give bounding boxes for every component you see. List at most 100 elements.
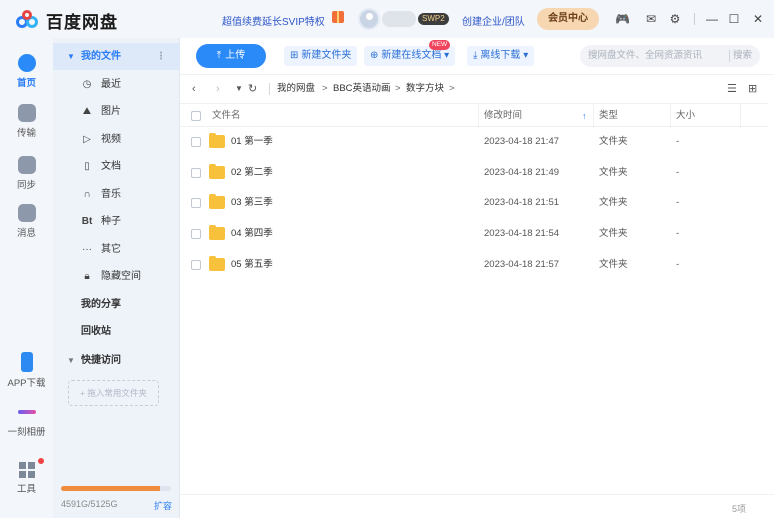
nav-item-my-files[interactable]: ▼ 我的文件 ⋮ — [53, 43, 180, 70]
new-folder-button[interactable]: ⊞ 新建文件夹 — [284, 46, 358, 66]
nav-item-torrents[interactable]: Bt 种子 — [53, 208, 180, 235]
drag-folder-dropzone[interactable]: + 拖入常用文件夹 — [68, 380, 159, 406]
column-divider[interactable] — [670, 104, 671, 128]
upload-button[interactable]: ⤒ 上传 — [196, 44, 266, 68]
modified-time: 2023-04-18 21:47 — [484, 136, 560, 147]
folder-plus-icon: ⊞ — [290, 50, 299, 61]
transfer-icon — [17, 104, 36, 122]
nav-item-docs[interactable]: ▯ 文档 — [53, 153, 180, 180]
lock-icon: 🔒︎ — [84, 271, 90, 282]
nav-item-music[interactable]: ∩ 音乐 — [53, 181, 180, 208]
nav-item-recycle-bin[interactable]: 回收站 — [53, 318, 180, 345]
breadcrumb-item[interactable]: BBC英语动画 — [333, 82, 391, 96]
row-checkbox[interactable] — [191, 168, 201, 178]
file-name[interactable]: 01 第一季 — [231, 127, 273, 157]
mail-icon[interactable]: ✉ — [644, 12, 658, 26]
left-rail: 首页 传输 同步 消息 APP下载 一刻相册 工具 — [0, 38, 53, 518]
rail-item-app-download[interactable]: APP下载 — [0, 352, 53, 389]
nav-item-hidden-space[interactable]: 🔒︎ 隐藏空间 — [53, 263, 180, 290]
gift-icon[interactable] — [332, 11, 344, 23]
maximize-icon[interactable]: ☐ — [727, 12, 741, 26]
nav-item-my-share[interactable]: 我的分享 — [53, 291, 180, 318]
item-count: 5项 — [731, 504, 746, 514]
rail-item-photo-album[interactable]: 一刻相册 — [0, 402, 53, 438]
collapse-icon[interactable]: ▼ — [67, 347, 75, 374]
more-icon[interactable]: ⋮ — [156, 43, 166, 70]
sort-ascending-icon[interactable]: ↑ — [582, 104, 587, 128]
modified-time: 2023-04-18 21:51 — [484, 197, 560, 208]
nav-item-videos[interactable]: ▷ 视频 — [53, 126, 180, 153]
column-header-name[interactable]: 文件名 — [212, 104, 241, 128]
column-header-size[interactable]: 大小 — [676, 104, 695, 128]
minimize-icon[interactable]: — — [705, 12, 719, 26]
game-icon[interactable]: 🎮 — [615, 12, 630, 26]
rail-item-home[interactable]: 首页 — [0, 54, 53, 89]
table-row[interactable]: 02 第二季 2023-04-18 21:49 文件夹 - — [180, 158, 774, 188]
modified-time: 2023-04-18 21:57 — [484, 259, 560, 270]
toolbar: ⤒ 上传 ⊞ 新建文件夹 ⊕ 新建在线文档 ▾ NEW ⤓ 离线下载 ▾ 搜网盘文件、全… — [180, 38, 774, 74]
create-enterprise-link[interactable]: 创建企业/团队 — [462, 13, 525, 28]
chevron-down-icon: ▾ — [441, 50, 450, 61]
offline-download-button[interactable]: ⤓ 离线下载 ▾ — [467, 46, 535, 66]
grid-view-icon[interactable]: ⊞ — [748, 82, 757, 96]
search-button[interactable]: 搜索 — [733, 45, 752, 67]
path-bar: ‹ › ▼ ↻ 我的网盘 > BBC英语动画 > 数字方块 > ☰ ⊞ — [180, 74, 774, 102]
forward-icon[interactable]: › — [216, 82, 220, 96]
breadcrumb-item[interactable]: 我的网盘 — [277, 82, 315, 96]
column-divider[interactable] — [478, 104, 479, 128]
image-icon: ⛰ — [82, 106, 92, 117]
member-center-button[interactable]: 会员中心 — [537, 8, 599, 30]
row-checkbox[interactable] — [191, 137, 201, 147]
file-name[interactable]: 04 第四季 — [231, 219, 273, 249]
notification-dot — [38, 458, 44, 464]
breadcrumb-item[interactable]: 数字方块 — [406, 82, 444, 96]
table-row[interactable]: 05 第五季 2023-04-18 21:57 文件夹 - — [180, 250, 774, 280]
nav-item-images[interactable]: ⛰ 图片 — [53, 98, 180, 125]
column-divider[interactable] — [740, 104, 741, 128]
select-all-checkbox[interactable] — [191, 111, 201, 121]
row-checkbox[interactable] — [191, 198, 201, 208]
row-checkbox[interactable] — [191, 229, 201, 239]
column-header-type[interactable]: 类型 — [599, 104, 618, 128]
sort-icon[interactable]: ☰ — [727, 82, 737, 96]
table-row[interactable]: 03 第三季 2023-04-18 21:51 文件夹 - — [180, 188, 774, 218]
rail-item-messages[interactable]: 消息 — [0, 204, 53, 239]
ellipsis-icon: ··· — [82, 244, 92, 255]
nav-item-quick-access[interactable]: ▼ 快捷访问 — [53, 347, 180, 374]
table-header: 文件名 修改时间 ↑ 类型 大小 — [180, 103, 774, 128]
nav-item-others[interactable]: ··· 其它 — [53, 236, 180, 263]
table-row[interactable]: 04 第四季 2023-04-18 21:54 文件夹 - — [180, 219, 774, 249]
svip-promo-link[interactable]: 超值续费延长SVIP特权 — [222, 13, 325, 28]
username[interactable] — [382, 11, 416, 27]
main-content: ⤒ 上传 ⊞ 新建文件夹 ⊕ 新建在线文档 ▾ NEW ⤓ 离线下载 ▾ 搜网盘文件、全… — [180, 38, 774, 518]
settings-icon[interactable]: ⚙ — [668, 12, 682, 26]
search-input[interactable]: 搜网盘文件、全网资源资讯 搜索 — [580, 45, 760, 67]
search-placeholder: 搜网盘文件、全网资源资讯 — [588, 50, 703, 61]
column-header-modified-time[interactable]: 修改时间 — [484, 104, 522, 128]
avatar[interactable] — [358, 8, 380, 30]
refresh-icon[interactable]: ↻ — [248, 82, 257, 96]
nav-panel: ▼ 我的文件 ⋮ ◷ 最近 ⛰ 图片 ▷ 视频 ▯ 文档 ∩ 音乐 Bt 种子 … — [53, 38, 180, 518]
document-icon: ▯ — [84, 161, 90, 172]
file-name[interactable]: 02 第二季 — [231, 158, 273, 188]
file-type: 文件夹 — [599, 228, 628, 239]
close-icon[interactable]: ✕ — [751, 12, 765, 26]
back-icon[interactable]: ‹ — [192, 82, 196, 96]
file-name[interactable]: 03 第三季 — [231, 188, 273, 218]
history-dropdown-icon[interactable]: ▼ — [235, 82, 243, 96]
nav-label: 快捷访问 — [81, 355, 121, 366]
collapse-icon[interactable]: ▼ — [67, 43, 75, 70]
nav-item-recent[interactable]: ◷ 最近 — [53, 71, 180, 98]
file-name[interactable]: 05 第五季 — [231, 250, 273, 280]
chevron-down-icon: ▾ — [520, 50, 529, 61]
rail-item-transfer[interactable]: 传输 — [0, 104, 53, 139]
status-footer: 5项 — [180, 494, 774, 518]
column-divider[interactable] — [593, 104, 594, 128]
rail-item-sync[interactable]: 同步 — [0, 156, 53, 191]
rail-item-tools[interactable]: 工具 — [0, 458, 53, 495]
row-checkbox[interactable] — [191, 260, 201, 270]
expand-storage-link[interactable]: 扩容 — [154, 499, 172, 512]
table-row[interactable]: 01 第一季 2023-04-18 21:47 文件夹 - — [180, 127, 774, 157]
folder-icon — [209, 164, 225, 179]
scrollbar[interactable] — [768, 102, 774, 494]
